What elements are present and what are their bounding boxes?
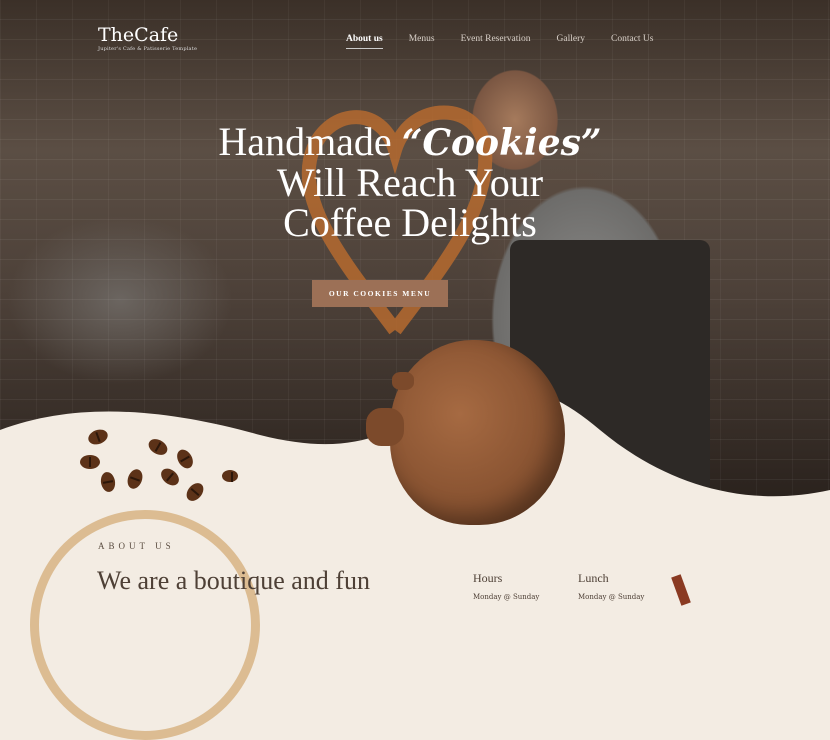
cookies-menu-button[interactable]: OUR COOKIES MENU bbox=[312, 280, 448, 307]
lunch-title: Lunch bbox=[578, 571, 609, 585]
about-label: ABOUT US bbox=[98, 541, 175, 551]
about-title: We are a boutique and fun bbox=[97, 566, 370, 595]
logo-name: TheCafe bbox=[98, 24, 179, 46]
headline-line3: Coffee Delights bbox=[283, 200, 537, 245]
hours-title: Hours bbox=[473, 571, 503, 585]
headline-highlight: “Cookies” bbox=[401, 122, 602, 164]
cookie-crumb bbox=[392, 372, 414, 390]
headline-line2: Will Reach Your bbox=[276, 160, 544, 205]
hero-headline: Handmade “Cookies” Will Reach Your Coffe… bbox=[180, 122, 640, 243]
cookie-image bbox=[390, 340, 565, 525]
nav-about-us[interactable]: About us bbox=[346, 34, 383, 49]
headline-line1: Handmade bbox=[218, 119, 392, 164]
nav-menus[interactable]: Menus bbox=[409, 34, 435, 49]
nav-contact-us[interactable]: Contact Us bbox=[611, 34, 653, 49]
cookie-crumb bbox=[366, 408, 404, 446]
coffee-bean-icon bbox=[222, 470, 238, 482]
top-navigation: TheCafe Jupiter's Cafe & Patisserie Temp… bbox=[0, 0, 830, 60]
nav-gallery[interactable]: Gallery bbox=[557, 34, 586, 49]
main-menu: About us Menus Event Reservation Gallery… bbox=[346, 34, 653, 49]
coffee-bean-icon bbox=[80, 455, 100, 469]
logo-tagline: Jupiter's Cafe & Patisserie Template bbox=[98, 46, 198, 52]
nav-event-reservation[interactable]: Event Reservation bbox=[461, 34, 531, 49]
logo[interactable]: TheCafe Jupiter's Cafe & Patisserie Temp… bbox=[98, 24, 197, 52]
